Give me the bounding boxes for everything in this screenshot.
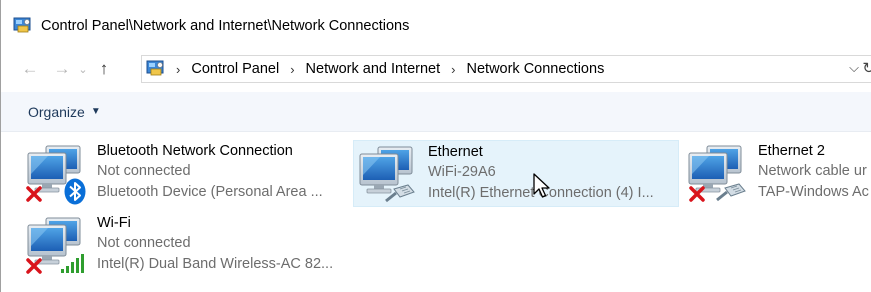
connection-ethernet-2[interactable]: Ethernet 2 Network cable ur TAP-Windows …	[685, 140, 871, 207]
control-panel-icon	[13, 17, 31, 33]
error-x-icon	[689, 186, 705, 202]
control-panel-icon	[146, 60, 164, 76]
connection-device: TAP-Windows Ac	[758, 184, 869, 200]
back-arrow-icon[interactable]: ←	[17, 56, 43, 82]
connection-name: Ethernet 2	[758, 143, 825, 159]
breadcrumb-separator-icon[interactable]: ›	[176, 62, 180, 77]
connection-status: Network cable ur	[758, 163, 867, 179]
ethernet-cable-icon	[716, 183, 746, 202]
navigation-bar: ← → ⌄ ↑ › Control Panel › Network and In…	[1, 52, 871, 86]
network-connections-window: Control Panel\Network and Internet\Netwo…	[0, 0, 871, 292]
error-x-icon	[26, 258, 42, 274]
address-dropdown-icon[interactable]: ⌵	[849, 60, 859, 76]
connection-status: Not connected	[97, 163, 191, 179]
title-bar: Control Panel\Network and Internet\Netwo…	[1, 0, 871, 52]
bluetooth-icon	[64, 178, 86, 205]
breadcrumb-separator-icon[interactable]: ›	[451, 62, 455, 77]
breadcrumb-separator-icon[interactable]: ›	[290, 62, 294, 77]
command-bar: Organize ▼	[1, 92, 871, 132]
connection-name: Ethernet	[428, 144, 483, 160]
connection-status: Not connected	[97, 235, 191, 251]
forward-arrow-icon[interactable]: →	[49, 56, 75, 82]
connection-device: Bluetooth Device (Personal Area ...	[97, 184, 323, 200]
error-x-icon	[26, 186, 42, 202]
window-title: Control Panel\Network and Internet\Netwo…	[41, 18, 410, 34]
breadcrumb-network-and-internet[interactable]: Network and Internet	[306, 61, 441, 77]
organize-label: Organize	[28, 103, 85, 120]
chevron-down-icon[interactable]: ⌄	[75, 56, 91, 82]
address-bar[interactable]: › Control Panel › Network and Internet ›…	[141, 55, 871, 83]
organize-button[interactable]: Organize ▼	[28, 104, 101, 120]
connection-status: WiFi-29A6	[428, 164, 496, 180]
connection-name: Bluetooth Network Connection	[97, 143, 293, 159]
connection-ethernet[interactable]: Ethernet WiFi-29A6 Intel(R) Ethernet Con…	[353, 140, 679, 207]
mouse-pointer-icon	[533, 173, 550, 198]
wifi-signal-icon	[61, 254, 84, 273]
connection-name: Wi-Fi	[97, 215, 131, 231]
up-arrow-icon[interactable]: ↑	[91, 56, 117, 82]
ethernet-cable-icon	[385, 184, 415, 203]
connection-bluetooth[interactable]: Bluetooth Network Connection Not connect…	[24, 140, 344, 207]
connection-wifi[interactable]: Wi-Fi Not connected Intel(R) Dual Band W…	[24, 212, 344, 279]
breadcrumb-control-panel[interactable]: Control Panel	[191, 61, 279, 77]
refresh-icon[interactable]: ↻	[862, 59, 871, 77]
breadcrumb-network-connections[interactable]: Network Connections	[467, 61, 605, 77]
connection-device: Intel(R) Dual Band Wireless-AC 82...	[97, 256, 334, 272]
caret-down-icon: ▼	[90, 106, 101, 117]
